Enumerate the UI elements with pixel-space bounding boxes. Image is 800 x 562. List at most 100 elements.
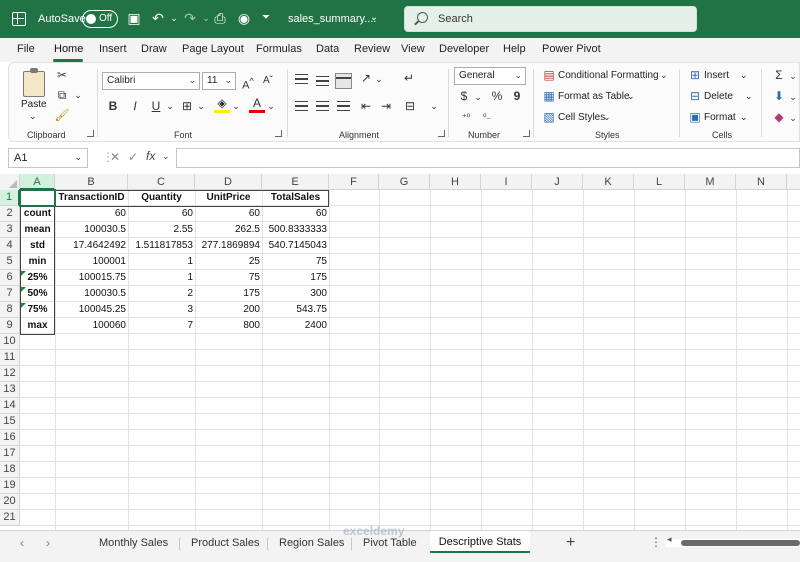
error-indicator-icon[interactable]: [21, 303, 26, 308]
save-icon[interactable]: ▣: [126, 10, 142, 26]
table-cell[interactable]: 100030.5: [55, 286, 128, 302]
table-cell[interactable]: 500.8333333: [262, 222, 329, 238]
row-header[interactable]: 18: [0, 462, 20, 478]
row-header[interactable]: 12: [0, 366, 20, 382]
row-header[interactable]: 1: [0, 190, 20, 206]
insert-cells-icon[interactable]: ⊞: [687, 68, 703, 82]
row-header[interactable]: 14: [0, 398, 20, 414]
table-header-cell[interactable]: TotalSales: [262, 190, 329, 206]
delete-button[interactable]: Delete: [704, 91, 733, 102]
table-header-cell[interactable]: [20, 190, 55, 206]
table-cell[interactable]: 100030.5: [55, 222, 128, 238]
underline-dropdown-icon[interactable]: ⌄: [162, 99, 178, 113]
row-header[interactable]: 6: [0, 270, 20, 286]
table-cell[interactable]: 100015.75: [55, 270, 128, 286]
row-label-cell[interactable]: max: [20, 318, 55, 334]
row-header[interactable]: 7: [0, 286, 20, 302]
cancel-icon[interactable]: ✕: [110, 150, 120, 164]
table-cell[interactable]: 17.4642492: [55, 238, 128, 254]
row-header[interactable]: 2: [0, 206, 20, 222]
font-name-select[interactable]: Calibri ⌄: [102, 72, 200, 90]
row-header[interactable]: 21: [0, 510, 20, 526]
scrollbar-thumb[interactable]: [681, 540, 800, 546]
error-indicator-icon[interactable]: [21, 287, 26, 292]
table-cell[interactable]: 2400: [262, 318, 329, 334]
row-label-cell[interactable]: count: [20, 206, 55, 222]
format-as-table-icon[interactable]: ▦: [541, 89, 557, 103]
insert-button[interactable]: Insert: [704, 70, 729, 81]
search-box[interactable]: Search: [404, 6, 697, 32]
table-cell[interactable]: 277.1869894: [195, 238, 262, 254]
table-cell[interactable]: 100001: [55, 254, 128, 270]
table-cell[interactable]: 7: [128, 318, 195, 334]
chevron-down-icon[interactable]: ⌄: [660, 70, 668, 81]
tab-review[interactable]: Review: [354, 43, 390, 55]
increase-indent-icon[interactable]: ⇥: [378, 99, 394, 113]
row-header[interactable]: 5: [0, 254, 20, 270]
column-header-f[interactable]: F: [329, 174, 379, 190]
row-label-cell[interactable]: min: [20, 254, 55, 270]
column-header-b[interactable]: B: [55, 174, 128, 190]
cell-styles-icon[interactable]: ▧: [541, 110, 557, 124]
tab-home[interactable]: Home: [54, 43, 83, 55]
table-cell[interactable]: 540.7145043: [262, 238, 329, 254]
copy-dropdown-icon[interactable]: ⌄: [70, 88, 86, 102]
scroll-tabs-right-icon[interactable]: ›: [46, 536, 50, 550]
align-right-icon[interactable]: [337, 101, 350, 111]
table-cell[interactable]: 3: [128, 302, 195, 318]
number-launcher-icon[interactable]: [523, 130, 530, 137]
table-cell[interactable]: 543.75: [262, 302, 329, 318]
column-header-n[interactable]: N: [736, 174, 787, 190]
chevron-down-icon[interactable]: ⌄: [162, 151, 170, 162]
conditional-formatting-button[interactable]: Conditional Formatting: [558, 70, 659, 81]
comma-style-icon[interactable]: 9: [509, 89, 525, 103]
redo-icon[interactable]: ↷: [182, 10, 198, 26]
cell-styles-button[interactable]: Cell Styles: [558, 112, 605, 123]
copy-icon[interactable]: ⧉: [54, 88, 70, 102]
undo-icon[interactable]: ↶: [150, 10, 166, 26]
merge-center-icon[interactable]: ⊟: [402, 99, 418, 113]
cut-icon[interactable]: ✂: [54, 68, 70, 82]
row-header[interactable]: 16: [0, 430, 20, 446]
format-as-table-button[interactable]: Format as Table: [558, 91, 630, 102]
column-header-l[interactable]: L: [634, 174, 685, 190]
table-cell[interactable]: 2: [128, 286, 195, 302]
row-header[interactable]: 8: [0, 302, 20, 318]
tab-formulas[interactable]: Formulas: [256, 43, 302, 55]
number-format-select[interactable]: General ⌄: [454, 67, 526, 85]
paste-icon[interactable]: [23, 68, 45, 97]
column-header-m[interactable]: M: [685, 174, 736, 190]
row-header[interactable]: 20: [0, 494, 20, 510]
worksheet-grid[interactable]: A B C D E F G H I J K L M N 1 2 3 4 5 6 …: [0, 174, 800, 530]
column-header-h[interactable]: H: [430, 174, 481, 190]
row-header[interactable]: 19: [0, 478, 20, 494]
row-header[interactable]: 9: [0, 318, 20, 334]
alignment-launcher-icon[interactable]: [438, 130, 445, 137]
increase-font-icon[interactable]: A^: [240, 74, 256, 93]
decrease-indent-icon[interactable]: ⇤: [358, 99, 374, 113]
table-cell[interactable]: 60: [262, 206, 329, 222]
scroll-tabs-left-icon[interactable]: ‹: [20, 536, 24, 550]
tab-developer[interactable]: Developer: [439, 43, 489, 55]
formula-input[interactable]: [176, 148, 800, 168]
format-painter-icon[interactable]: 🖌: [54, 108, 70, 122]
bottom-align-icon[interactable]: [335, 73, 352, 89]
table-cell[interactable]: 175: [195, 286, 262, 302]
chevron-down-icon[interactable]: ⌄: [740, 70, 748, 81]
fill-dropdown-icon[interactable]: ⌄: [228, 99, 244, 113]
column-header-j[interactable]: J: [532, 174, 583, 190]
enter-icon[interactable]: ✓: [128, 150, 138, 164]
middle-align-icon[interactable]: [316, 76, 329, 86]
customize-toolbar-icon[interactable]: ⏷: [258, 10, 274, 26]
table-cell[interactable]: 1: [128, 254, 195, 270]
format-button[interactable]: Format: [704, 112, 736, 123]
table-header-cell[interactable]: Quantity: [128, 190, 195, 206]
row-header[interactable]: 13: [0, 382, 20, 398]
percent-icon[interactable]: %: [489, 89, 505, 103]
bold-icon[interactable]: B: [105, 99, 121, 113]
row-label-cell[interactable]: mean: [20, 222, 55, 238]
undo-dropdown-icon[interactable]: ⌄: [166, 10, 182, 26]
borders-dropdown-icon[interactable]: ⌄: [193, 99, 209, 113]
error-indicator-icon[interactable]: [21, 271, 26, 276]
decrease-decimal-icon[interactable]: ⁰₋: [479, 110, 495, 124]
